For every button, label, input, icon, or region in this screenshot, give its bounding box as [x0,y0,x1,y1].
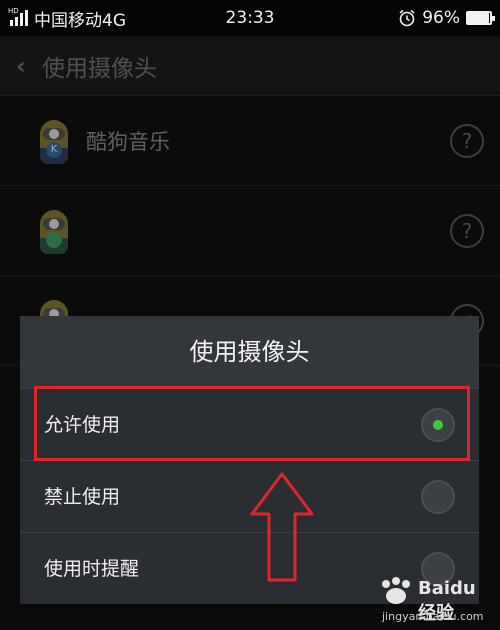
radio-button[interactable] [421,480,455,514]
app-badge: K [46,141,62,158]
question-icon[interactable]: ? [450,213,484,248]
app-header: ‹ 使用摄像头 [0,36,500,96]
option-label: 禁止使用 [44,486,121,508]
battery-percent: 96% [422,8,460,28]
app-badge [46,231,62,248]
list-item[interactable]: K 酷狗音乐 ? [0,96,500,186]
app-name: 酷狗音乐 [86,129,170,154]
chevron-left-icon[interactable]: ‹ [0,52,42,80]
status-bar: HD 中国移动4G 23:33 96% [0,0,500,36]
status-right: 96% [398,0,495,36]
battery-fill [468,13,490,23]
option-label: 使用时提醒 [44,558,140,580]
baidu-paw-icon [382,577,410,604]
watermark-url: jingyan.baidu.com [382,610,484,623]
list-item[interactable]: ? [0,186,500,276]
alarm-clock-icon [399,9,415,27]
question-icon[interactable]: ? [450,123,484,158]
battery-icon [466,11,495,25]
app-icon [36,204,72,258]
app-icon: K [36,114,72,168]
up-arrow-icon [250,472,314,582]
baidu-watermark: Baidu 经验 jingyan.baidu.com [376,574,496,626]
highlight-box [34,386,470,461]
page-title: 使用摄像头 [42,55,157,82]
dialog-title: 使用摄像头 [20,316,479,388]
